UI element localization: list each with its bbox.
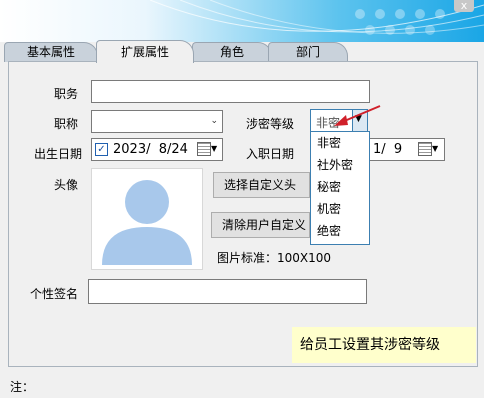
chevron-down-icon: ▼ xyxy=(432,144,439,153)
option-non-secret[interactable]: 非密 xyxy=(311,132,369,154)
clear-avatar-button[interactable]: 清除用户自定义 xyxy=(211,212,310,238)
pointer-arrow-icon xyxy=(334,105,381,126)
option-top-secret[interactable]: 绝密 xyxy=(311,220,369,242)
birth-date-value: 2023/ 8/24 xyxy=(113,142,188,157)
signature-label: 个性签名 xyxy=(30,287,79,301)
position-input[interactable] xyxy=(91,80,370,103)
banner-graphic xyxy=(149,0,484,35)
position-label: 职务 xyxy=(54,87,79,101)
image-spec-text: 图片标准：100X100 xyxy=(217,251,332,265)
security-level-dropdown[interactable]: 非密 社外密 秘密 机密 绝密 xyxy=(310,131,370,245)
chevron-down-icon[interactable]: ⌄ xyxy=(210,116,218,126)
hire-date-label: 入职日期 xyxy=(246,147,295,161)
footer-note-label: 注： xyxy=(10,380,35,394)
avatar xyxy=(91,168,203,270)
title-label: 职称 xyxy=(54,117,79,131)
option-internal[interactable]: 社外密 xyxy=(311,154,369,176)
title-select[interactable]: ⌄ xyxy=(91,110,223,133)
calendar-icon[interactable] xyxy=(418,142,432,156)
birth-date-picker[interactable]: ✓ 2023/ 8/24 ▼ xyxy=(91,138,223,161)
tab-departments[interactable]: 部门 xyxy=(268,42,348,62)
close-button[interactable]: x xyxy=(454,0,474,12)
tab-extended[interactable]: 扩展属性 xyxy=(96,40,194,63)
security-level-label: 涉密等级 xyxy=(246,117,295,131)
tab-basic[interactable]: 基本属性 xyxy=(4,42,98,62)
tab-roles[interactable]: 角色 xyxy=(192,42,272,62)
tab-strip: 基本属性 扩展属性 角色 部门 xyxy=(0,40,484,63)
birth-date-checkbox[interactable]: ✓ xyxy=(95,143,108,156)
calendar-icon[interactable] xyxy=(197,142,211,156)
user-silhouette-icon xyxy=(102,180,192,265)
birth-date-label: 出生日期 xyxy=(34,147,83,161)
hire-date-value: 1/ 9 xyxy=(373,142,403,157)
chevron-down-icon: ▼ xyxy=(211,144,218,153)
option-confidential[interactable]: 机密 xyxy=(311,198,369,220)
tooltip: 给员工设置其涉密等级 xyxy=(292,327,476,363)
signature-input[interactable] xyxy=(88,279,367,304)
header-banner: x xyxy=(0,0,484,42)
choose-avatar-button[interactable]: 选择自定义头 xyxy=(213,172,310,198)
avatar-label: 头像 xyxy=(54,178,79,192)
option-secret[interactable]: 秘密 xyxy=(311,176,369,198)
